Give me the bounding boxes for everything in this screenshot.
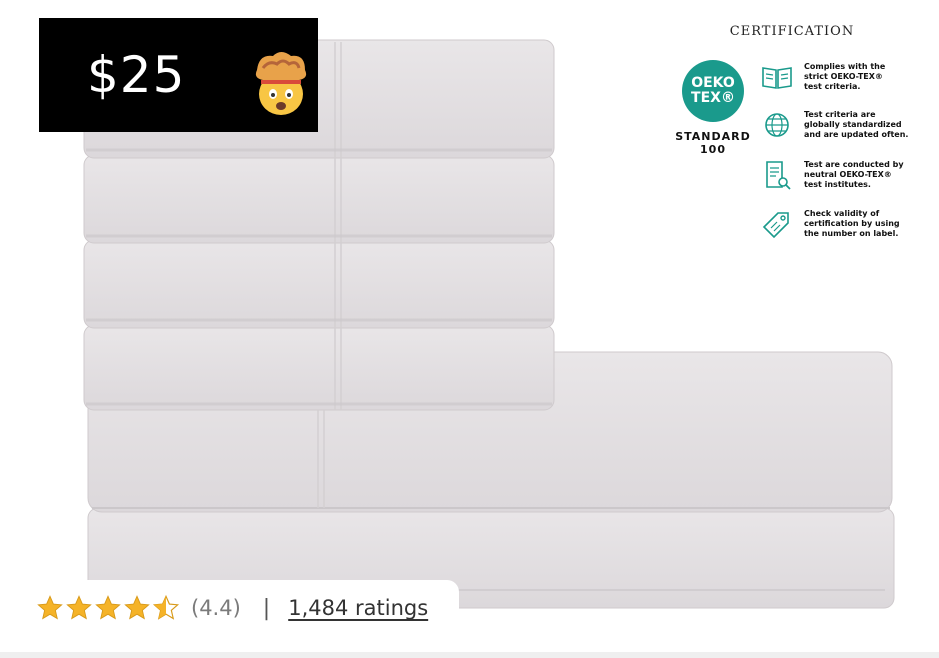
price-badge: $25	[39, 18, 318, 132]
star-rating[interactable]	[36, 594, 181, 622]
oeko-tex-logo-line2: TEX®	[691, 90, 735, 106]
certification-feature: Check validity of certification by using…	[760, 207, 930, 243]
oeko-tex-logo-line1: OEKO	[691, 75, 735, 91]
ratings-count-link[interactable]: 1,484 ratings	[288, 596, 428, 620]
feature-line: the number on label.	[804, 229, 899, 238]
tag-icon	[762, 212, 789, 239]
feature-line: strict OEKO-TEX®	[804, 72, 883, 81]
certification-panel: CERTIFICATION OEKO TEX® STANDARD 100 Com…	[670, 18, 930, 248]
feature-line: certification by using	[804, 219, 900, 228]
certification-title: CERTIFICATION	[729, 24, 855, 39]
feature-line: test criteria.	[804, 82, 861, 91]
document-search-icon	[766, 161, 791, 190]
standard-label-line1: STANDARD	[675, 130, 751, 143]
rating-summary: (4.4) | 1,484 ratings	[18, 580, 459, 636]
star-full-icon	[95, 595, 121, 620]
bottom-divider	[0, 652, 939, 658]
feature-line: neutral OEKO-TEX®	[804, 170, 892, 179]
standard-label-line2: 100	[700, 143, 726, 156]
open-book-icon	[762, 67, 792, 89]
feature-line: test institutes.	[804, 180, 871, 189]
certification-feature: Test are conducted by neutral OEKO-TEX® …	[760, 158, 930, 194]
feature-line: Complies with the	[804, 62, 886, 71]
feature-line: and are updated often.	[804, 130, 909, 139]
star-half-icon	[152, 594, 180, 620]
star-full-icon	[37, 595, 63, 620]
globe-icon	[765, 113, 789, 137]
feature-line: Test criteria are	[804, 110, 876, 119]
feature-line: Test are conducted by	[804, 160, 904, 169]
star-full-icon	[124, 595, 150, 620]
oeko-tex-logo: OEKO TEX®	[682, 60, 744, 122]
rating-separator: |	[262, 595, 271, 621]
feature-line: globally standardized	[804, 120, 902, 129]
star-full-icon	[66, 595, 92, 620]
rating-value: (4.4)	[191, 596, 241, 620]
exploding-head-emoji-icon	[255, 52, 307, 115]
standard-label: STANDARD 100	[670, 130, 756, 156]
certification-feature: Complies with the strict OEKO-TEX® test …	[760, 60, 930, 96]
price-label: $25	[87, 46, 186, 104]
certification-feature: Test criteria are globally standardized …	[760, 108, 930, 144]
feature-line: Check validity of	[804, 209, 880, 218]
